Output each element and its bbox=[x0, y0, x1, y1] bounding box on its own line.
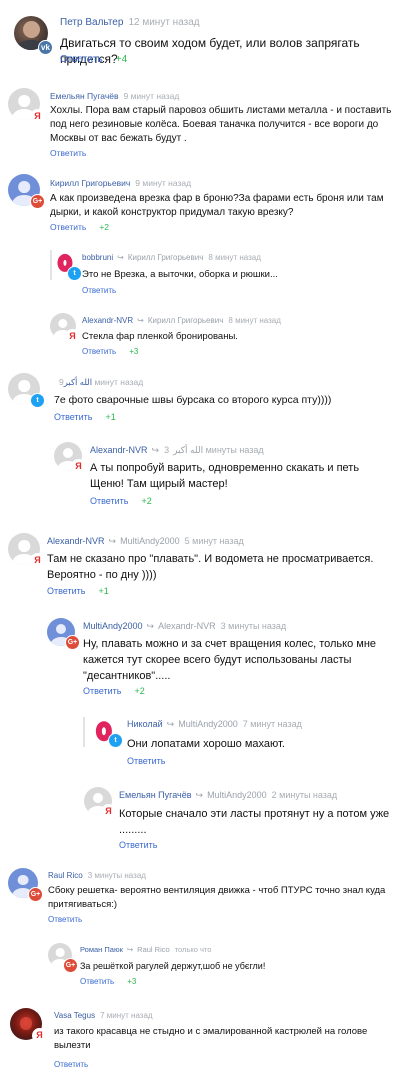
comment-time: 12 минут назад bbox=[128, 17, 200, 28]
comment-author[interactable]: Alexandr-NVR bbox=[90, 445, 148, 455]
google-plus-icon: G+ bbox=[28, 887, 43, 902]
yandex-icon: Я bbox=[30, 109, 45, 124]
comment-time: 9 минут назад bbox=[123, 91, 180, 101]
yandex-icon: Я bbox=[71, 459, 86, 474]
comment-text: из такого красавца не стыдно и с эмалиро… bbox=[54, 1026, 368, 1051]
reply-to[interactable]: MultiAndy2000 bbox=[178, 719, 238, 729]
reply-button[interactable]: Ответить bbox=[50, 222, 86, 232]
comment-text: Это не Врезка, а выточки, оборка и рюшки… bbox=[82, 269, 278, 280]
reply-arrow-icon: ↪ bbox=[117, 253, 124, 262]
reply-to[interactable]: الله أكبر bbox=[173, 445, 203, 455]
reply-button[interactable]: Ответить bbox=[119, 840, 157, 850]
reply-button[interactable]: Ответить bbox=[48, 915, 82, 924]
comment-author[interactable]: bobbruni bbox=[82, 253, 113, 262]
comment-time: 5 минут назад bbox=[184, 536, 244, 546]
reply-arrow-icon: ↪ bbox=[126, 945, 134, 954]
comment-time: 7 минут назад bbox=[242, 719, 302, 729]
reply-button[interactable]: Ответить bbox=[80, 977, 114, 986]
comment-text: Там не сказано про "плавать". И водомета… bbox=[47, 553, 374, 581]
comment-time: только что bbox=[174, 945, 212, 954]
reply-arrow-icon: ↪ bbox=[151, 445, 160, 455]
reply-arrow-icon: ↪ bbox=[137, 316, 144, 325]
comment-text: Хохлы. Пора вам старый паровоз обшить ли… bbox=[50, 105, 392, 144]
comment-author[interactable]: Raul Rico bbox=[48, 871, 83, 880]
twitter-icon: t bbox=[108, 733, 123, 748]
comment-author[interactable]: Емельян Пугачёв bbox=[50, 91, 119, 101]
vote-count[interactable]: +1 bbox=[105, 412, 115, 422]
comment-author[interactable]: Роман Паюк bbox=[80, 945, 123, 954]
comment-author[interactable]: MultiAndy2000 bbox=[83, 621, 143, 631]
vote-count[interactable]: +2 bbox=[99, 222, 109, 232]
vote-count[interactable]: +3 bbox=[129, 347, 138, 356]
comment-text: 7е фото сварочные швы бурсака со второго… bbox=[54, 394, 332, 406]
comment-time: 7 минут назад bbox=[100, 1011, 153, 1020]
comment-text: А как произведена врезка фар в броню?За … bbox=[50, 193, 384, 218]
vote-count[interactable]: +2 bbox=[141, 496, 151, 506]
comment-author[interactable]: Vasa Tegus bbox=[54, 1011, 95, 1020]
google-plus-icon: G+ bbox=[65, 635, 80, 650]
reply-button[interactable]: Ответить bbox=[90, 496, 128, 506]
reply-to[interactable]: Кирилл Григорьевич bbox=[148, 316, 224, 325]
comment-author[interactable]: Кирилл Григорьевич bbox=[50, 178, 130, 188]
reply-to[interactable]: MultiAndy2000 bbox=[120, 536, 180, 546]
comment-author[interactable]: الله أكبر bbox=[64, 377, 92, 387]
comment-text: Ну, плавать можно и за счет вращения кол… bbox=[83, 638, 377, 682]
yandex-icon: Я bbox=[30, 553, 45, 568]
thread-line bbox=[83, 717, 85, 747]
yandex-icon: Я bbox=[101, 804, 116, 819]
vk-icon: vk bbox=[38, 40, 53, 55]
reply-button[interactable]: Ответить bbox=[82, 347, 116, 356]
comment-time: 3 минуты назад bbox=[220, 621, 287, 631]
reply-arrow-icon: ↪ bbox=[146, 621, 155, 631]
comment-time: 2 минуты назад bbox=[271, 790, 338, 800]
reply-button[interactable]: Ответить bbox=[82, 286, 116, 295]
twitter-icon: t bbox=[30, 393, 45, 408]
reply-button[interactable]: Ответить bbox=[50, 148, 86, 158]
comment-text: Они лопатами хорошо махают. bbox=[127, 738, 285, 750]
comment-time: 9 минут назад bbox=[135, 178, 192, 188]
reply-arrow-icon: ↪ bbox=[195, 790, 204, 800]
comment-time: 8 минут назад bbox=[208, 253, 261, 262]
google-plus-icon: G+ bbox=[63, 958, 78, 973]
vote-count[interactable]: +2 bbox=[134, 686, 144, 696]
yandex-icon: Я bbox=[32, 1028, 47, 1043]
reply-button[interactable]: Ответить bbox=[54, 1060, 88, 1069]
reply-button[interactable]: Ответить bbox=[54, 412, 92, 422]
comment-author[interactable]: Николай bbox=[127, 719, 163, 729]
reply-to[interactable]: Alexandr-NVR bbox=[158, 621, 216, 631]
comment-time: 3 минуты назад bbox=[87, 871, 146, 880]
reply-button[interactable]: Ответить bbox=[83, 686, 121, 696]
comment-author[interactable]: Петр Вальтер bbox=[60, 17, 123, 28]
reply-button[interactable]: Ответить bbox=[127, 756, 165, 766]
comment-text: Сбоку решетка- вероятно вентиляция движк… bbox=[48, 885, 386, 910]
comment-text: А ты попробуй варить, одновременно скака… bbox=[90, 462, 360, 490]
comment-text: Которые сначало эти ласты протянут ну а … bbox=[119, 808, 390, 836]
comment-text: За решёткой рагулей держут,шоб не убєгли… bbox=[80, 961, 266, 971]
google-plus-icon: G+ bbox=[30, 194, 45, 209]
vote-count[interactable]: +4 bbox=[116, 54, 127, 65]
reply-button[interactable]: Ответить bbox=[47, 586, 85, 596]
yandex-icon: Я bbox=[65, 329, 80, 344]
reply-to[interactable]: MultiAndy2000 bbox=[207, 790, 267, 800]
vote-count[interactable]: +1 bbox=[98, 586, 108, 596]
reply-to[interactable]: Кирилл Григорьевич bbox=[128, 253, 204, 262]
comment-author[interactable]: Емельян Пугачёв bbox=[119, 790, 192, 800]
reply-to[interactable]: Raul Rico bbox=[137, 945, 170, 954]
vote-count[interactable]: +3 bbox=[127, 977, 136, 986]
reply-arrow-icon: ↪ bbox=[108, 536, 117, 546]
comment-text: Стекла фар пленкой бронированы. bbox=[82, 331, 238, 342]
reply-button[interactable]: Ответить bbox=[60, 54, 103, 65]
twitter-icon: t bbox=[67, 266, 82, 281]
comment-author[interactable]: Alexandr-NVR bbox=[47, 536, 105, 546]
comment-time: 8 минут назад bbox=[228, 316, 281, 325]
comment-author[interactable]: Alexandr-NVR bbox=[82, 316, 133, 325]
reply-arrow-icon: ↪ bbox=[166, 719, 175, 729]
